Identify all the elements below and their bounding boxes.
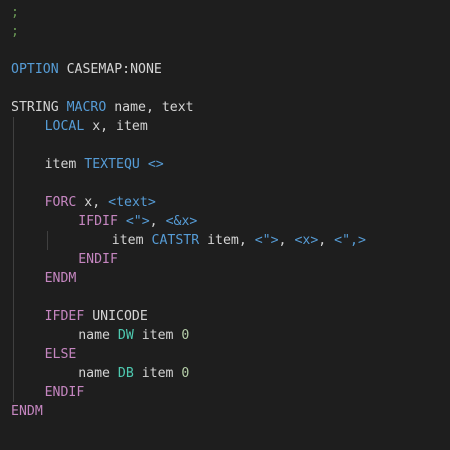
code-token: ; [11,5,19,20]
code-token: TEXTEQU <> [84,157,164,172]
code-editor[interactable]: ;; OPTION CASEMAP:NONE STRING MACRO name, … [0,0,450,450]
code-token: name [78,366,118,381]
code-token: , [149,214,166,229]
code-token: <",> [334,233,366,248]
code-token: STRING [11,100,67,115]
code-token: ENDM [44,271,77,286]
code-token: OPTION [11,62,59,77]
code-token: DB [117,366,134,381]
indent-guide [46,231,48,250]
code-line[interactable]: item CATSTR item, <">, <x>, <",> [112,231,366,250]
code-token: IFDIF [78,214,118,229]
code-token: name [78,328,118,343]
code-token: IFDEF [44,309,85,324]
code-token: CASEMAP:NONE [58,62,162,77]
code-token: 0 [181,366,190,381]
code-token: item [133,366,182,381]
code-token: item [44,157,85,172]
code-token: <"> [125,214,150,229]
code-token: item [111,233,152,248]
code-token: , [278,233,295,248]
code-line[interactable]: ENDM [45,269,77,288]
code-token: CATSTR [151,233,200,248]
code-line[interactable]: ENDIF [78,250,118,269]
code-token: ; [11,24,19,39]
code-line[interactable]: FORC x, <text> [45,193,156,212]
code-line[interactable]: ELSE [45,345,77,364]
code-token: 0 [181,328,190,343]
code-token: <text> [108,195,156,210]
code-token: ENDIF [44,385,85,400]
code-token: <x> [294,233,319,248]
code-token: DW [117,328,134,343]
code-line[interactable]: LOCAL x, item [45,117,148,136]
code-token: x, [76,195,109,210]
code-token: MACRO [66,100,107,115]
code-line[interactable]: ENDIF [45,383,85,402]
code-token: FORC [44,195,77,210]
code-token: x, item [84,119,148,134]
code-line[interactable]: name DB item 0 [78,364,189,383]
code-line[interactable]: ; [11,3,19,22]
code-token: UNICODE [84,309,148,324]
code-line[interactable]: ; [11,22,19,41]
code-token: ENDM [11,404,43,419]
code-line[interactable]: name DW item 0 [78,326,189,345]
code-token: name, text [106,100,194,115]
code-token: item, [199,233,255,248]
code-token: item [133,328,182,343]
code-token: , [318,233,335,248]
code-token: <"> [254,233,279,248]
code-line[interactable]: OPTION CASEMAP:NONE [11,60,162,79]
code-token: ENDIF [78,252,118,267]
code-line[interactable]: ENDM [11,402,43,421]
code-line[interactable]: item TEXTEQU <> [45,155,164,174]
code-token: ELSE [44,347,77,362]
code-token: LOCAL [44,119,85,134]
code-line[interactable]: IFDEF UNICODE [45,307,148,326]
indent-guide [13,117,14,402]
code-line[interactable]: STRING MACRO name, text [11,98,194,117]
code-token: <&x> [165,214,198,229]
code-line[interactable]: IFDIF <">, <&x> [78,212,197,231]
